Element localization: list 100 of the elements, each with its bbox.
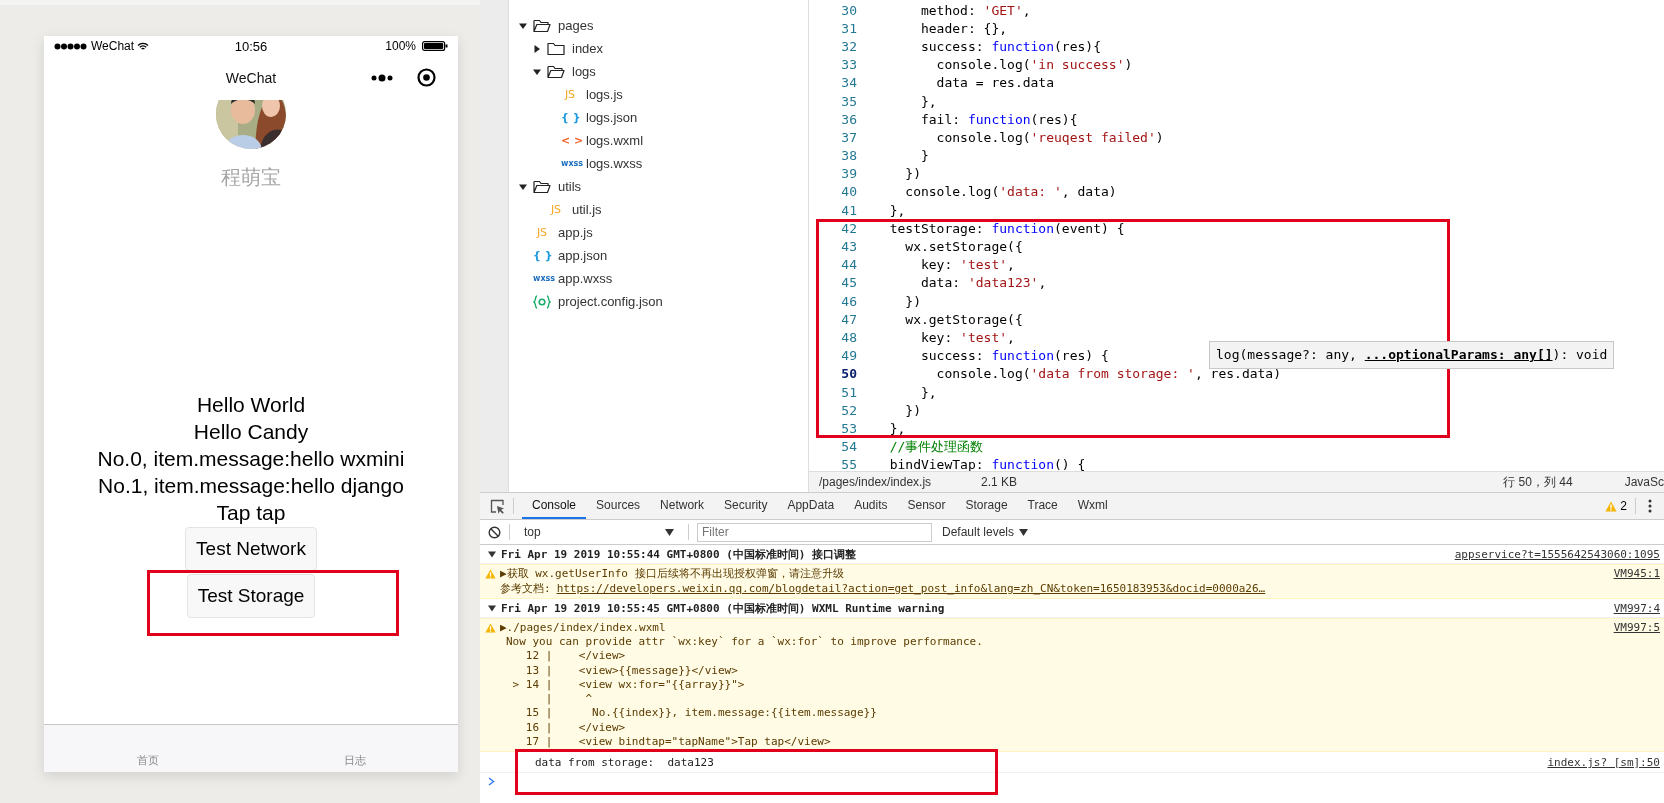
tree-item[interactable]: util.js	[572, 202, 602, 217]
line-number: 34	[840, 75, 857, 91]
log-message: data from storage: data123	[535, 755, 714, 769]
devtools-tab[interactable]: Sensor	[897, 493, 956, 519]
folder-icon	[547, 41, 565, 56]
devtools-tab[interactable]: Security	[714, 493, 778, 519]
source-link[interactable]: appservice?t=1555642543060:1095	[1454, 547, 1660, 561]
line-number: 41	[840, 202, 857, 218]
tree-item[interactable]: utils	[558, 179, 582, 194]
code-line: console.log('data: ', data)	[904, 184, 1117, 200]
line-number: 33	[840, 57, 857, 73]
source-link[interactable]: index.js? [sm]:50	[1547, 755, 1660, 769]
warning-icon	[485, 622, 496, 633]
caret-icon[interactable]	[519, 182, 527, 191]
group-header[interactable]: Fri Apr 19 2019 10:55:44 GMT+0800 (中国标准时间) 接口调整	[501, 546, 857, 562]
tree-item[interactable]: index	[572, 41, 604, 56]
page-button[interactable]: Test Network	[185, 527, 317, 571]
more-icon[interactable]	[1648, 499, 1652, 513]
warning-detail: 15 | No.{{index}}, item.message:{{item.message}}	[524, 706, 878, 721]
code-line: wx.getStorage({	[904, 311, 1023, 327]
source-link[interactable]: VM997:5	[1613, 621, 1660, 634]
tree-item[interactable]: logs.wxml	[586, 133, 644, 148]
devtools-tab[interactable]: Wxml	[1067, 493, 1118, 519]
line-number: 38	[840, 148, 857, 164]
warning-message: ▶获取 wx.getUserInfo 接口后续将不再出现授权弹窗，请注意升级	[500, 566, 844, 581]
code-line: console.log('in success')	[935, 57, 1133, 73]
wifi-icon	[137, 41, 150, 51]
folder-icon	[533, 18, 551, 33]
code-line: //事件处理函数	[888, 437, 984, 456]
warning-icon	[485, 568, 496, 579]
file-type-icon: JS	[561, 88, 579, 101]
signal-icon	[54, 42, 88, 50]
code-line: }	[919, 148, 929, 164]
devtools-tab[interactable]: Trace	[1017, 493, 1068, 519]
levels-dropdown[interactable]: Default levels	[942, 525, 1029, 539]
nav-title: WeChat	[225, 70, 277, 86]
tree-item[interactable]: logs.wxss	[586, 156, 643, 171]
reference-link[interactable]: https://developers.weixin.qq.com/blogdetail?action=get_post_info&lang=zh_CN&token=1650183953&docid=0000a26…	[556, 582, 1266, 595]
carrier-name: WeChat	[91, 39, 135, 53]
caret-icon[interactable]	[533, 44, 541, 53]
devtools-tab[interactable]: Sources	[586, 493, 651, 519]
line-number: 31	[840, 20, 857, 36]
tree-item[interactable]: app.json	[558, 248, 608, 263]
line-number: 51	[840, 384, 857, 400]
context-select[interactable]: top	[518, 525, 680, 539]
devtools-tab[interactable]: Console	[522, 493, 587, 519]
warning-message: ▶./pages/index/index.wxml	[500, 621, 666, 634]
code-line: wx.setStorage({	[904, 239, 1023, 255]
line-number: 48	[840, 329, 857, 345]
inspect-icon[interactable]	[490, 498, 505, 514]
line-number: 39	[840, 166, 857, 182]
devtools-tab[interactable]: Audits	[844, 493, 898, 519]
page-button[interactable]: Test Storage	[186, 574, 316, 618]
prompt-icon[interactable]	[488, 777, 495, 787]
file-size: 2.1 KB	[981, 475, 1018, 489]
tree-item[interactable]: app.wxss	[558, 271, 613, 286]
warning-count[interactable]: 2	[1620, 499, 1627, 513]
line-number: 42	[840, 220, 857, 236]
tree-item[interactable]: pages	[558, 18, 594, 33]
tab-bar-item[interactable]: 日志	[343, 753, 366, 768]
more-icon[interactable]	[371, 73, 393, 82]
caret-icon[interactable]	[488, 550, 496, 558]
source-link[interactable]: VM997:4	[1613, 601, 1660, 615]
warning-detail: 13 | <view>{{message}}</view>	[524, 663, 739, 678]
code-line: },	[919, 384, 937, 400]
code-line: },	[888, 420, 906, 436]
code-line: data = res.data	[935, 75, 1054, 91]
caret-icon[interactable]	[519, 21, 527, 30]
warning-detail: 17 | <view bindtap="tapName">Tap tap</view>	[524, 735, 832, 750]
tree-item[interactable]: app.js	[558, 225, 593, 240]
warning-detail: | ^	[544, 692, 594, 707]
line-number: 36	[840, 111, 857, 127]
page-text: No.1, item.message:hello django	[98, 473, 404, 499]
line-number: 53	[840, 420, 857, 436]
status-time: 10:56	[234, 38, 268, 54]
page-text: Hello World	[196, 392, 306, 418]
filter-field[interactable]: Filter	[697, 522, 932, 542]
group-header[interactable]: Fri Apr 19 2019 10:55:45 GMT+0800 (中国标准时间) WXML Runtime warning	[501, 600, 945, 616]
caret-icon[interactable]	[533, 67, 541, 76]
line-number: 49	[840, 348, 857, 364]
code-line: })	[904, 293, 921, 309]
warning-detail: 16 | </view>	[524, 720, 627, 736]
clear-icon[interactable]	[488, 525, 501, 539]
reference-label: 参考文档:	[500, 581, 551, 596]
tree-item[interactable]: logs	[572, 64, 596, 79]
tab-bar-item[interactable]: 首页	[136, 753, 159, 768]
devtools-tab[interactable]: Network	[650, 493, 715, 519]
code-line: console.log('data from storage: ', res.data)	[935, 366, 1281, 382]
tree-item[interactable]: logs.js	[586, 87, 623, 102]
file-type-icon: JS	[533, 226, 551, 239]
source-link[interactable]: VM945:1	[1613, 567, 1660, 580]
code-line: key: 'test',	[919, 257, 1015, 273]
devtools-tab[interactable]: AppData	[777, 493, 845, 519]
tree-item[interactable]: logs.json	[586, 110, 638, 125]
caret-icon[interactable]	[488, 604, 496, 612]
file-type-icon: { }	[533, 249, 551, 262]
devtools-tab[interactable]: Storage	[955, 493, 1018, 519]
tree-item[interactable]: project.config.json	[558, 294, 663, 309]
warning-detail: 12 | </view>	[524, 649, 627, 664]
file-path: /pages/index/index.js	[819, 475, 932, 489]
